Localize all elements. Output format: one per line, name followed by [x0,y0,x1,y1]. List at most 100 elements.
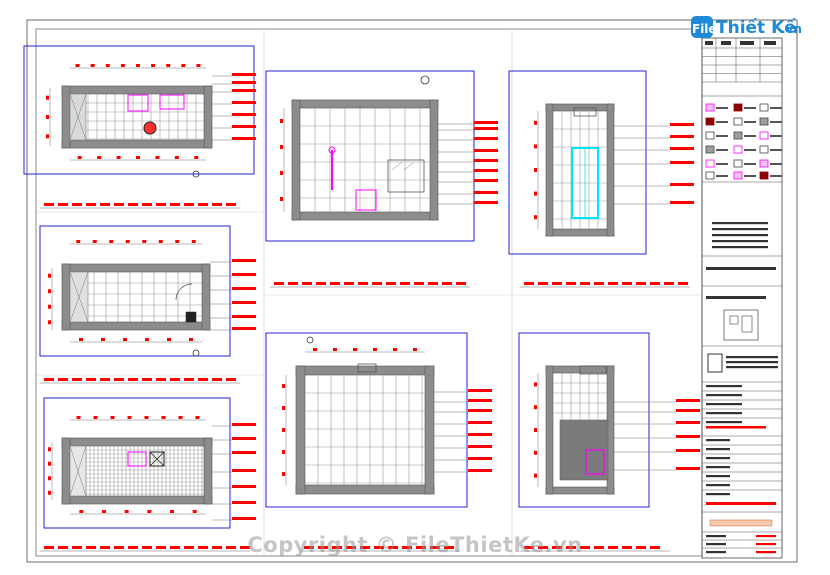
leader-label [468,389,492,392]
leader-label [232,301,256,304]
wall-bottom [291,211,439,221]
mirror-glint-2 [403,161,415,171]
revision-head-text [764,41,776,45]
dimension-text [534,428,537,432]
elev-2-leaders [614,123,694,205]
leader-label [676,399,700,402]
leader-label [232,423,256,426]
leader-label [232,315,256,318]
dimension-text [105,64,110,67]
dimension-text [534,450,537,455]
dimension-text [195,416,200,419]
leader-label [232,89,256,92]
legend-text [770,149,782,151]
title-text [650,282,660,285]
sheet-name-text [706,502,776,505]
wall-right [424,365,435,495]
dimension-text [46,134,49,139]
dimension-text [109,240,114,243]
leader-label [670,183,694,186]
info-row-text [706,394,742,397]
company-text [712,240,768,243]
title-text [114,203,124,206]
leader-label [232,137,256,140]
plan-2-door-swing-icon [175,283,193,301]
title-text [128,378,138,381]
title-text [664,282,674,285]
legend-symbol-icon [759,117,769,126]
stamp-text [726,366,778,369]
title-text [212,378,222,381]
info-row-text [706,403,742,406]
title-text [316,282,326,285]
legend-text [770,121,782,123]
dimension-text [79,510,84,513]
dimension-text [282,406,285,410]
dimension-text [534,473,537,478]
title-text [344,282,354,285]
leader-label [474,179,498,182]
legend-symbol-icon [733,103,743,112]
dimension-text [48,461,51,466]
leader-label [474,121,498,124]
elev-1-leaders [438,121,498,205]
title-text [156,378,166,381]
title-block [701,37,783,559]
dimension-text [101,338,105,341]
leader-label [468,469,492,472]
elev-4-dims-left [534,373,539,487]
wall-top [295,365,435,376]
legend-symbol-icon [759,103,769,112]
dimension-text [280,197,283,201]
dimension-text [353,348,357,351]
dimension-text [174,156,179,159]
legend-text [716,163,728,165]
elev-3-walls [295,365,435,495]
dimension-text [90,64,95,67]
plan-1-dims-top [70,64,206,69]
dimension-text [120,64,125,67]
title-text [524,282,534,285]
title-text [566,282,576,285]
title-text [622,282,632,285]
dimension-text [181,64,186,67]
wall-top [291,99,439,109]
legend-text [716,135,728,137]
legend-text [744,175,756,177]
company-text [712,234,768,237]
title-text [184,203,194,206]
wall-left [291,99,301,221]
info-row-text [706,421,742,424]
dimension-text [76,416,81,419]
title-text [86,203,96,206]
dimension-text [155,156,160,159]
wall-bottom [545,228,615,237]
title-text [580,282,590,285]
dimension-text [77,156,82,159]
company-text [712,222,768,225]
revision-head-text [721,41,731,45]
leader-label [232,81,256,84]
company-text [712,246,768,249]
title-text [142,378,152,381]
dimension-text [158,240,163,243]
detail-row-text [706,448,730,451]
plan-3-leaders [212,423,256,521]
title-text [552,282,562,285]
wall-top [61,263,211,273]
title-text [226,203,236,206]
dimension-text [93,416,98,419]
legend-text [770,175,782,177]
dimension-text [48,304,51,309]
title-text [198,378,208,381]
dimension-text [167,338,171,341]
plan-1-leaders [212,73,256,141]
dimension-text [534,382,537,387]
dimension-text [136,156,140,159]
wall-right [203,437,213,505]
dimension-text [534,405,537,410]
plan-2-dims-left [48,268,53,330]
leader-label [670,147,694,150]
title-text [184,378,194,381]
title-text [608,282,618,285]
